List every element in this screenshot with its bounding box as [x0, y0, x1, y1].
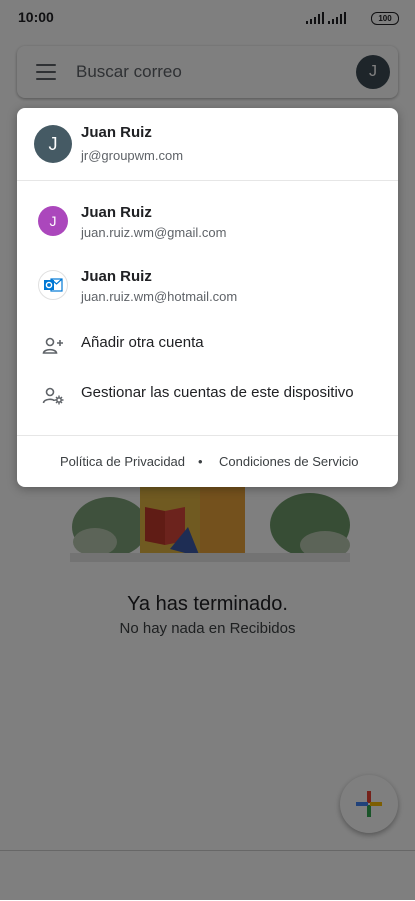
current-account-email: jr@groupwm.com	[81, 148, 184, 163]
current-account-name: Juan Ruiz	[81, 124, 152, 141]
privacy-policy-link[interactable]: Política de Privacidad	[60, 454, 185, 469]
add-account-label: Añadir otra cuenta	[81, 334, 204, 351]
account-email: juan.ruiz.wm@hotmail.com	[81, 289, 238, 304]
account-item-hotmail[interactable]: Juan Ruiz juan.ruiz.wm@hotmail.com	[17, 258, 398, 314]
account-email: juan.ruiz.wm@gmail.com	[81, 225, 227, 240]
outlook-logo-icon	[44, 278, 63, 292]
divider	[17, 435, 398, 436]
account-name: Juan Ruiz	[81, 204, 152, 221]
current-account-avatar: J	[34, 125, 72, 163]
manage-accounts-button[interactable]: Gestionar las cuentas de este dispositiv…	[17, 374, 398, 418]
manage-accounts-icon	[42, 387, 64, 405]
manage-accounts-label: Gestionar las cuentas de este dispositiv…	[81, 384, 354, 401]
footer-separator: •	[198, 454, 203, 469]
add-person-icon	[42, 337, 63, 354]
outlook-icon	[38, 270, 68, 300]
account-item-gmail[interactable]: J Juan Ruiz juan.ruiz.wm@gmail.com	[17, 194, 398, 250]
phone-screen: 10:00 100 Buscar correo J Ya has termina	[0, 0, 415, 901]
divider	[17, 180, 398, 181]
terms-of-service-link[interactable]: Condiciones de Servicio	[219, 454, 358, 469]
account-name: Juan Ruiz	[81, 268, 152, 285]
account-switcher-dialog: J Juan Ruiz jr@groupwm.com J Juan Ruiz j…	[17, 108, 398, 487]
gmail-avatar-icon: J	[38, 206, 68, 236]
add-account-button[interactable]: Añadir otra cuenta	[17, 324, 398, 368]
current-account[interactable]: J Juan Ruiz jr@groupwm.com	[17, 108, 398, 180]
